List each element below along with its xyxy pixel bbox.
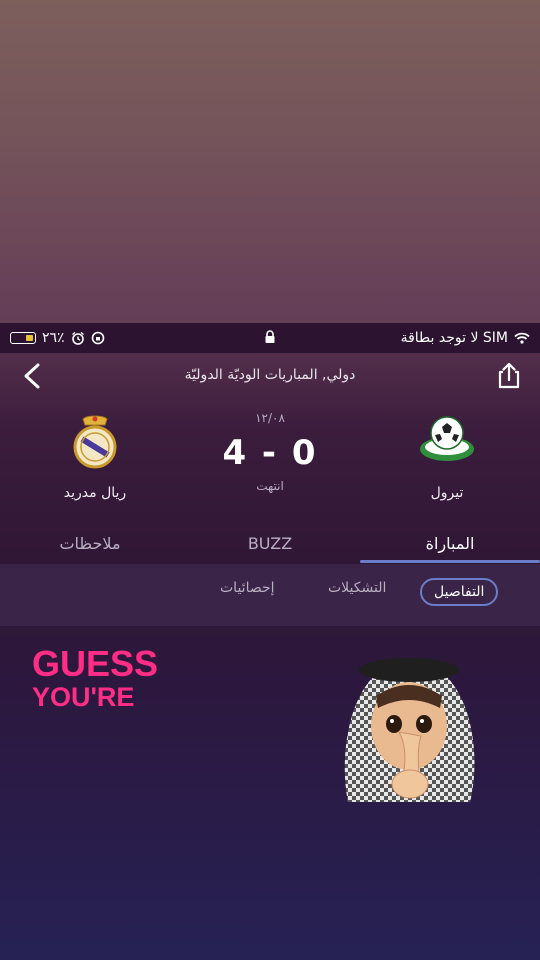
match-header: دولي, المباريات الوديّة الدوليّة [0,353,540,403]
match-summary: ريال مدريد ١٢/٠٨ 4 - 0 انتهت تيرول [0,403,540,518]
share-icon[interactable] [492,359,526,393]
carrier-text: لا توجد بطاقة SIM [400,330,508,346]
alarm-icon [71,331,84,345]
main-tabs: ملاحظات BUZZ المباراة [0,530,540,564]
tirol-crest-icon [420,416,474,461]
league-title: دولي, المباريات الوديّة الدوليّة [184,367,356,383]
subtab-details[interactable]: التفاصيل [420,578,499,606]
away-team[interactable]: ريال مدريد [30,411,160,501]
blurred-background [0,0,540,323]
tab-notes[interactable]: ملاحظات [0,534,180,553]
overlay-line-2: YOU'RE [32,682,135,712]
memoji-sticker-icon [344,658,475,802]
active-tab-indicator [360,560,540,563]
match-score: 4 - 0 [222,433,318,473]
section-divider [0,626,540,636]
score-box: ١٢/٠٨ 4 - 0 انتهت [190,411,350,493]
overlay-caption: GUESS YOU'RE [32,646,158,711]
subtab-lineups[interactable]: التشكيلات [328,580,386,596]
battery-level: ٢٦٪ [42,330,65,346]
real-madrid-crest-icon [73,415,117,469]
match-date: ١٢/٠٨ [255,411,285,425]
wifi-icon [514,332,530,344]
away-team-name: ريال مدريد [63,485,127,501]
tab-match[interactable]: المباراة [360,534,540,553]
lock-icon [265,330,275,343]
tab-buzz[interactable]: BUZZ [180,534,360,553]
rotation-lock-icon [91,331,104,345]
overlay-line-1: GUESS [32,643,159,684]
home-team-name: تيرول [430,485,464,501]
match-status: انتهت [256,479,284,493]
subtab-stats[interactable]: إحصائيات [220,580,275,596]
back-icon[interactable] [16,359,50,393]
home-team[interactable]: تيرول [382,411,512,501]
battery-icon [10,332,36,344]
